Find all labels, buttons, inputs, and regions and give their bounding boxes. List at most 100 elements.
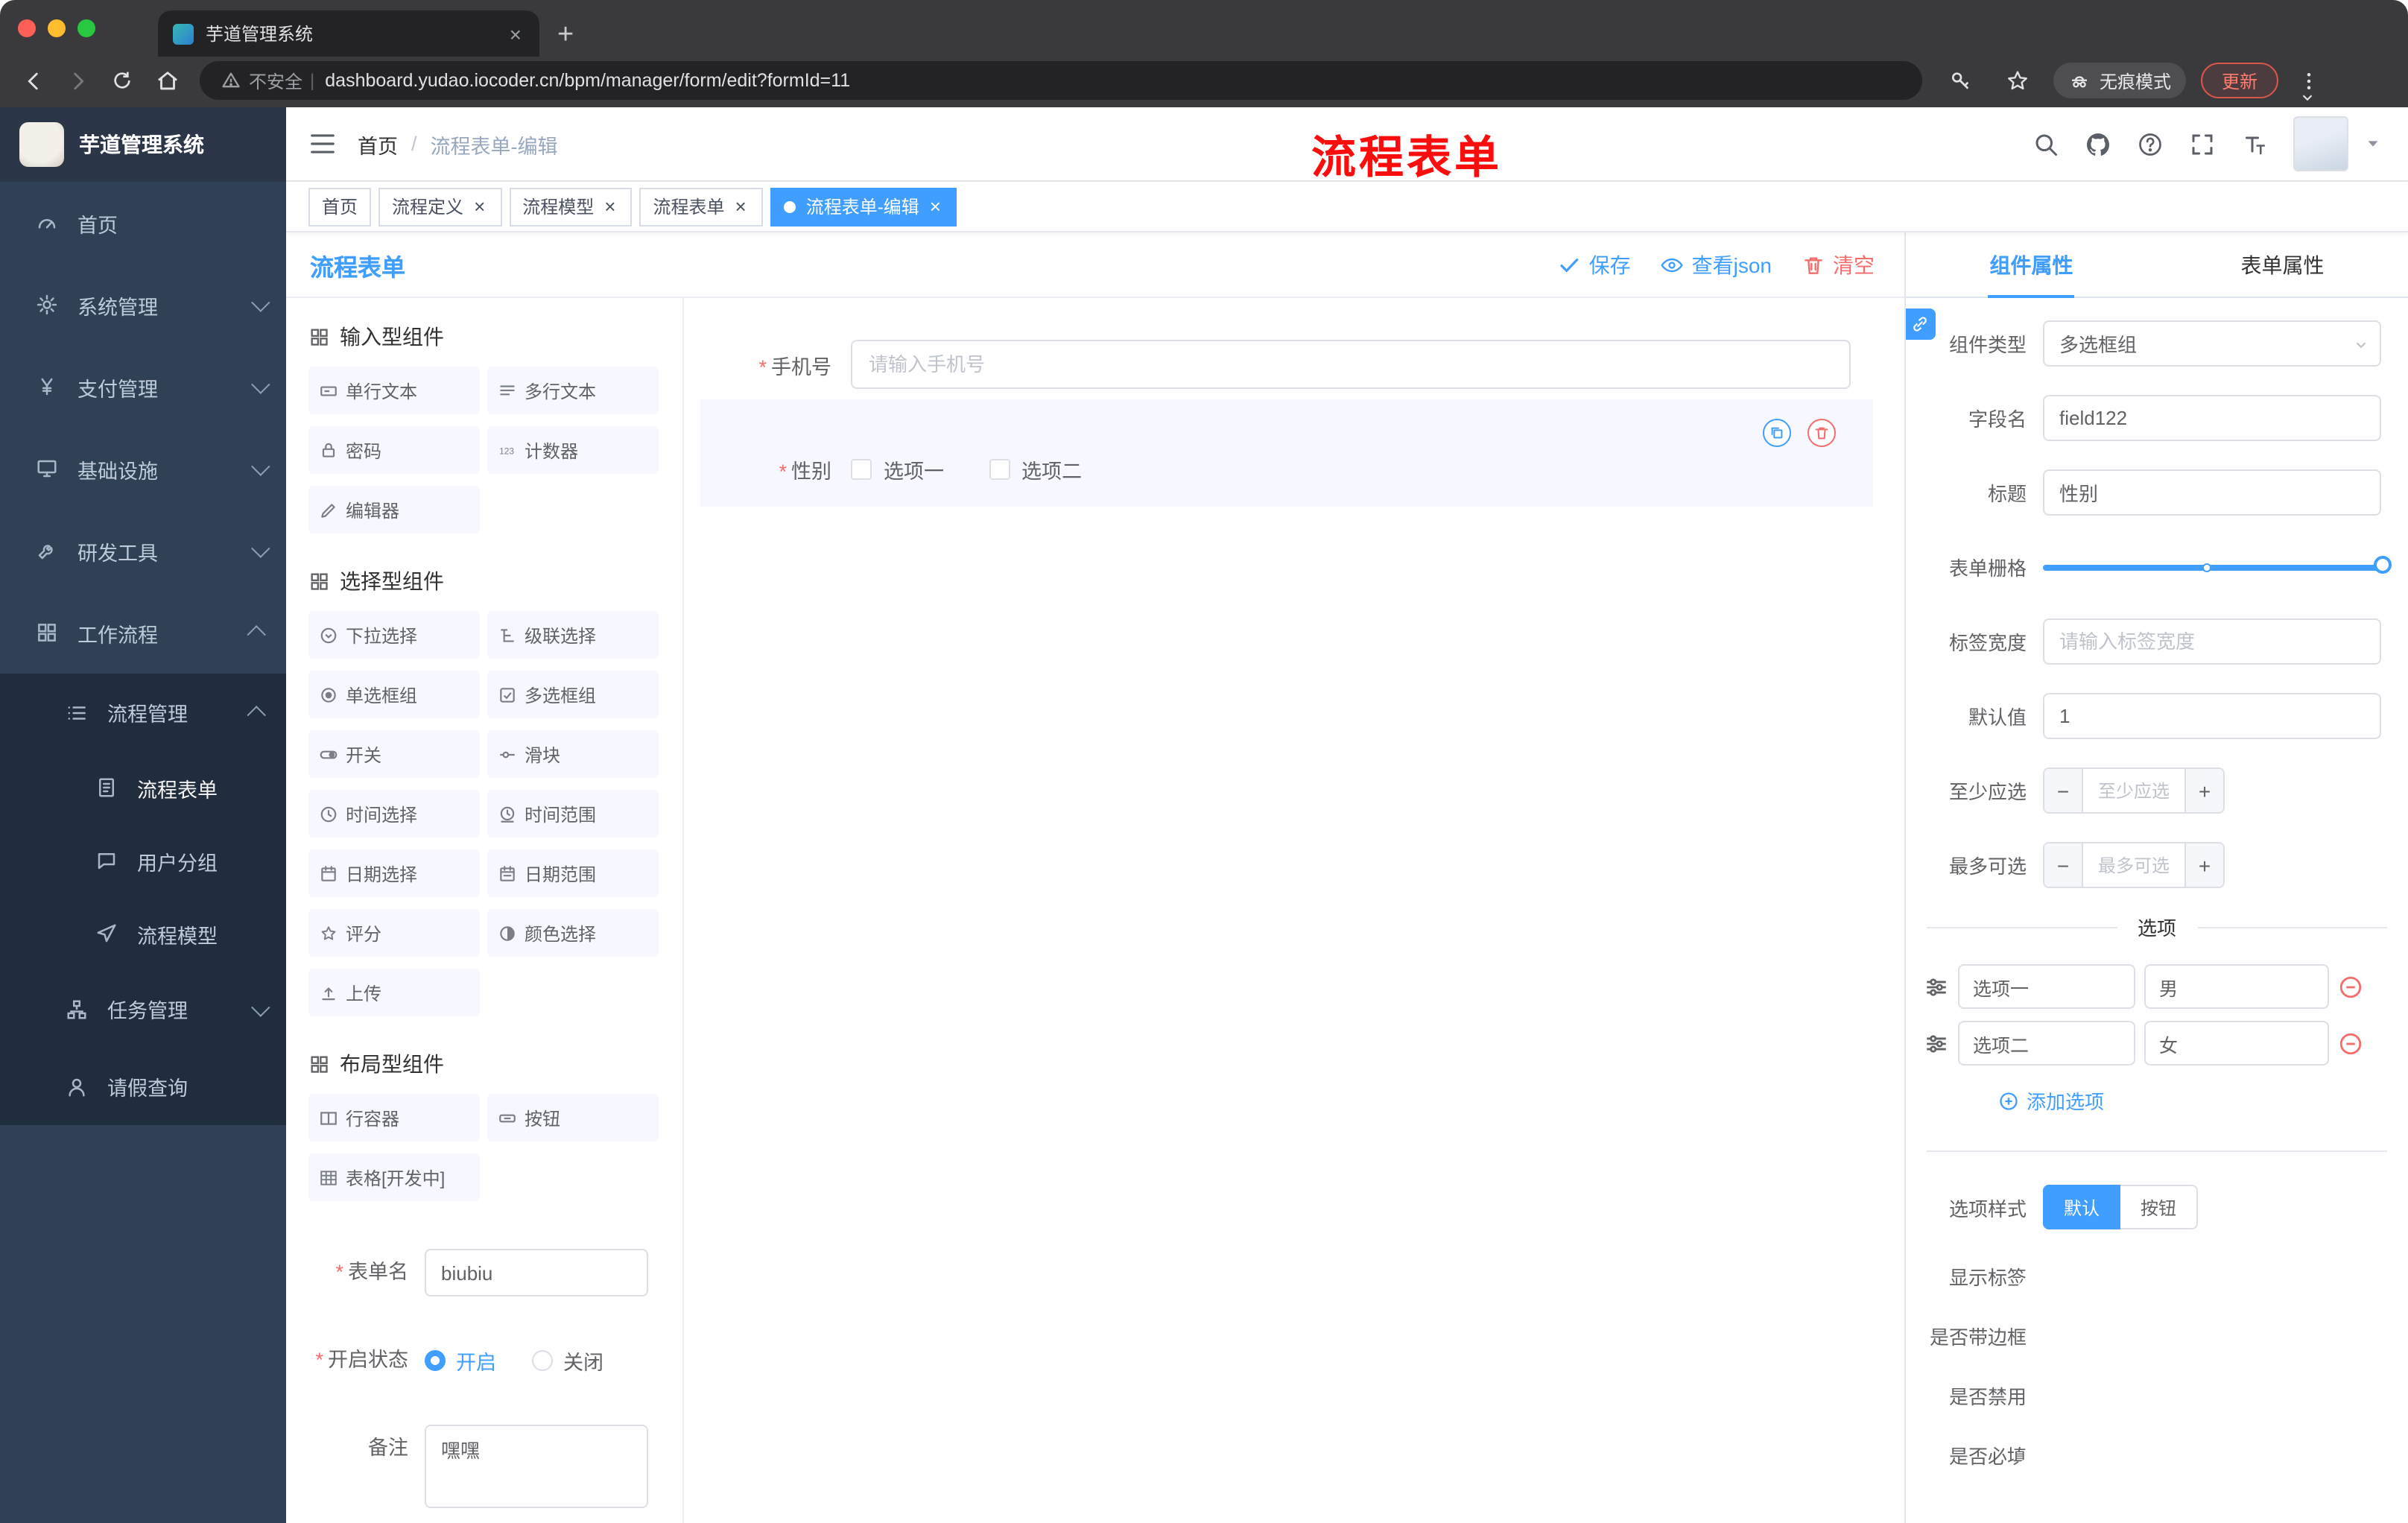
sidebar-item-process-model[interactable]: 流程模型 <box>0 897 286 970</box>
fullscreen-icon[interactable] <box>2189 130 2216 157</box>
label-width-input[interactable] <box>2043 618 2381 665</box>
default-value-input[interactable] <box>2043 693 2381 739</box>
help-icon[interactable] <box>2137 130 2164 157</box>
palette-item-checkbox-group[interactable]: 多选框组 <box>487 671 659 718</box>
palette-item-upload[interactable]: 上传 <box>308 969 480 1016</box>
palette-item-date-picker[interactable]: 日期选择 <box>308 849 480 897</box>
tag-process-definition[interactable]: 流程定义 × <box>378 187 502 226</box>
url-bar[interactable]: 不安全 | dashboard.yudao.iocoder.cn/bpm/man… <box>200 61 1922 100</box>
style-button-button[interactable]: 按钮 <box>2120 1185 2198 1229</box>
drag-handle-icon[interactable] <box>1924 1030 1949 1056</box>
drag-handle-icon[interactable] <box>1924 974 1949 999</box>
palette-item-radio-group[interactable]: 单选框组 <box>308 671 480 718</box>
canvas-field-phone[interactable]: * 手机号 <box>684 340 1904 389</box>
browser-menu-icon[interactable] <box>2293 58 2323 103</box>
sidebar-item-process-management[interactable]: 流程管理 <box>0 674 286 751</box>
back-icon[interactable] <box>12 61 54 100</box>
minus-button[interactable]: − <box>2044 769 2083 812</box>
status-radio-on[interactable]: 开启 <box>425 1346 496 1375</box>
palette-item-editor[interactable]: 编辑器 <box>308 486 480 533</box>
sidebar-item-home[interactable]: 首页 <box>0 182 286 264</box>
tab-component-props[interactable]: 组件属性 <box>1906 232 2157 297</box>
component-type-select[interactable]: 多选框组 <box>2043 320 2381 367</box>
plus-button[interactable]: + <box>2184 843 2223 887</box>
option-label-input[interactable] <box>1958 964 2135 1009</box>
palette-item-rate[interactable]: 评分 <box>308 909 480 957</box>
palette-item-counter[interactable]: 123 计数器 <box>487 426 659 474</box>
canvas-field-gender-selected[interactable]: * 性别 选项一 选项二 <box>700 399 1873 507</box>
palette-item-row-container[interactable]: 行容器 <box>308 1094 480 1142</box>
hamburger-icon[interactable] <box>286 107 358 181</box>
close-icon[interactable]: × <box>732 197 750 216</box>
gender-option-2[interactable]: 选项二 <box>989 455 1082 484</box>
key-icon[interactable] <box>1940 61 1982 100</box>
home-icon[interactable] <box>146 61 188 100</box>
sidebar-item-payment[interactable]: 支付管理 <box>0 346 286 428</box>
option-label-input[interactable] <box>1958 1021 2135 1066</box>
close-icon[interactable]: × <box>601 197 618 216</box>
new-tab-button[interactable]: + <box>557 21 574 49</box>
close-icon[interactable]: × <box>471 197 488 216</box>
palette-item-color-picker[interactable]: 颜色选择 <box>487 909 659 957</box>
tag-process-form[interactable]: 流程表单 × <box>639 187 763 226</box>
avatar[interactable] <box>2293 116 2348 171</box>
palette-item-multi-text[interactable]: 多行文本 <box>487 367 659 414</box>
palette-item-time-picker[interactable]: 时间选择 <box>308 790 480 838</box>
palette-item-button[interactable]: 按钮 <box>487 1094 659 1142</box>
palette-item-time-range[interactable]: 时间范围 <box>487 790 659 838</box>
option-value-input[interactable] <box>2144 1021 2329 1066</box>
close-icon[interactable]: × <box>927 197 944 216</box>
forward-icon[interactable] <box>57 61 98 100</box>
sidebar-item-leave-query[interactable]: 请假查询 <box>0 1048 286 1125</box>
gender-option-1[interactable]: 选项一 <box>851 455 944 484</box>
tag-process-form-edit[interactable]: 流程表单-编辑 × <box>770 187 957 226</box>
remove-option-icon[interactable] <box>2338 974 2363 999</box>
close-window-button[interactable] <box>18 19 36 37</box>
sidebar-item-user-group[interactable]: 用户分组 <box>0 824 286 897</box>
github-icon[interactable] <box>2085 130 2111 157</box>
bookmark-star-icon[interactable] <box>1997 61 2038 100</box>
sidebar-item-process-form[interactable]: 流程表单 <box>0 751 286 824</box>
avatar-caret-icon[interactable] <box>2365 136 2381 152</box>
sidebar-item-system[interactable]: 系统管理 <box>0 264 286 346</box>
sidebar-item-infra[interactable]: 基础设施 <box>0 428 286 510</box>
option-value-input[interactable] <box>2144 964 2329 1009</box>
tag-home[interactable]: 首页 <box>308 187 372 226</box>
save-button[interactable]: 保存 <box>1558 250 1631 279</box>
palette-item-table[interactable]: 表格[开发中] <box>308 1153 480 1201</box>
phone-input[interactable] <box>851 340 1851 389</box>
copy-field-button[interactable] <box>1763 419 1791 447</box>
search-icon[interactable] <box>2032 130 2059 157</box>
palette-item-password[interactable]: 密码 <box>308 426 480 474</box>
palette-item-date-range[interactable]: 日期范围 <box>487 849 659 897</box>
palette-item-single-text[interactable]: 单行文本 <box>308 367 480 414</box>
palette-item-select[interactable]: 下拉选择 <box>308 611 480 659</box>
tab-form-props[interactable]: 表单属性 <box>2157 232 2408 297</box>
palette-item-switch[interactable]: 开关 <box>308 730 480 778</box>
delete-field-button[interactable] <box>1807 419 1836 447</box>
sidebar-item-task-management[interactable]: 任务管理 <box>0 970 286 1048</box>
update-button[interactable]: 更新 <box>2201 63 2279 98</box>
reload-icon[interactable] <box>101 61 143 100</box>
max-select-value[interactable]: 最多可选 <box>2083 843 2184 887</box>
palette-item-cascader[interactable]: 级联选择 <box>487 611 659 659</box>
palette-item-slider[interactable]: 滑块 <box>487 730 659 778</box>
style-default-button[interactable]: 默认 <box>2043 1185 2120 1229</box>
remark-textarea[interactable]: 嘿嘿 <box>425 1425 648 1508</box>
tag-process-model[interactable]: 流程模型 × <box>509 187 633 226</box>
link-icon[interactable] <box>1906 308 1936 340</box>
clear-button[interactable]: 清空 <box>1802 250 1875 279</box>
minimize-window-button[interactable] <box>48 19 66 37</box>
sidebar-item-devtools[interactable]: 研发工具 <box>0 510 286 592</box>
form-name-input[interactable] <box>425 1249 648 1296</box>
browser-tab[interactable]: 芋道管理系统 × <box>158 10 539 57</box>
add-option-button[interactable]: 添加选项 <box>1998 1086 2408 1115</box>
font-size-icon[interactable] <box>2241 130 2268 157</box>
status-radio-off[interactable]: 关闭 <box>532 1346 603 1375</box>
sidebar-item-workflow[interactable]: 工作流程 <box>0 592 286 674</box>
remove-option-icon[interactable] <box>2338 1030 2363 1056</box>
plus-button[interactable]: + <box>2184 769 2223 812</box>
title-input[interactable] <box>2043 469 2381 516</box>
tab-close-icon[interactable]: × <box>507 22 525 45</box>
slider-handle[interactable] <box>2374 556 2392 574</box>
